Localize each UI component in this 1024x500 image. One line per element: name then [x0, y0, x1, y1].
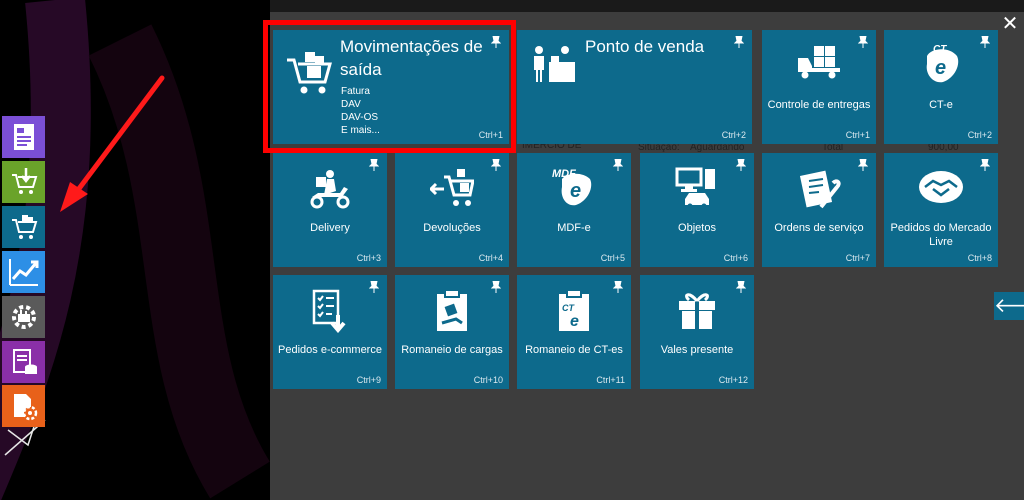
- pin-icon[interactable]: [369, 159, 379, 171]
- close-icon[interactable]: ✕: [1000, 14, 1020, 34]
- svg-text:MDF: MDF: [552, 168, 576, 180]
- sidebar-item-settings[interactable]: [2, 296, 45, 338]
- document-gear-icon: [13, 394, 37, 421]
- annotation-highlight-box: [263, 20, 516, 153]
- tile-vales-presente[interactable]: Vales presente Ctrl+12: [640, 275, 754, 389]
- tile-label: Ordens de serviço: [774, 222, 864, 234]
- pin-icon[interactable]: [734, 36, 744, 48]
- tile-label: Pedidos e-commerce: [278, 344, 382, 356]
- delivery-truck-icon: [798, 46, 840, 79]
- tile-shortcut: Ctrl+2: [967, 130, 992, 140]
- cte-logo-icon: CT e: [926, 44, 959, 83]
- mdfe-logo-icon: MDF e: [552, 168, 592, 206]
- tile-shortcut: Ctrl+6: [723, 253, 748, 263]
- svg-text:CT: CT: [562, 303, 575, 313]
- svg-text:CT: CT: [933, 44, 947, 55]
- tile-mdfe[interactable]: MDF e MDF-e Ctrl+5: [517, 153, 631, 267]
- service-order-icon: [799, 170, 841, 209]
- cart-boxes-icon: [11, 215, 37, 239]
- pin-icon[interactable]: [613, 281, 623, 293]
- tile-shortcut: Ctrl+8: [967, 253, 992, 263]
- tile-title: Ponto de venda: [585, 37, 705, 56]
- tile-ponto-venda[interactable]: Ponto de venda Ctrl+2: [517, 30, 752, 144]
- pin-icon[interactable]: [858, 159, 868, 171]
- cart-return-icon: [430, 169, 474, 206]
- tile-shortcut: Ctrl+7: [845, 253, 870, 263]
- tile-controle-entregas[interactable]: Controle de entregas Ctrl+1: [762, 30, 876, 144]
- delivery-scooter-icon: [310, 170, 350, 209]
- tile-shortcut: Ctrl+9: [356, 375, 381, 385]
- tile-label: Controle de entregas: [767, 99, 871, 111]
- document-database-icon: [12, 349, 37, 374]
- tile-shortcut: Ctrl+3: [356, 253, 381, 263]
- pin-icon[interactable]: [491, 159, 501, 171]
- pin-icon[interactable]: [858, 36, 868, 48]
- tile-shortcut: Ctrl+11: [596, 375, 625, 385]
- tile-label: Livre: [929, 236, 953, 248]
- tile-label: Objetos: [678, 222, 716, 234]
- document-list-icon: [13, 124, 34, 150]
- tile-devolucoes[interactable]: Devoluções Ctrl+4: [395, 153, 509, 267]
- tile-shortcut: Ctrl+10: [473, 375, 503, 385]
- pin-icon[interactable]: [491, 281, 501, 293]
- pin-icon[interactable]: [613, 159, 623, 171]
- top-bar: [270, 0, 1024, 12]
- tile-shortcut: Ctrl+5: [600, 253, 625, 263]
- tile-label: Vales presente: [660, 344, 734, 356]
- tile-delivery[interactable]: Delivery Ctrl+3: [273, 153, 387, 267]
- tile-label: Romaneio de cargas: [401, 344, 503, 356]
- tile-romaneio-ctes[interactable]: CT e Romaneio de CT-es Ctrl+11: [517, 275, 631, 389]
- sidebar-item-doc-settings[interactable]: [2, 385, 45, 427]
- gift-icon: [679, 293, 715, 329]
- tile-shortcut: Ctrl+2: [721, 130, 746, 140]
- cart-download-icon: [11, 168, 37, 194]
- tile-romaneio-cargas[interactable]: Romaneio de cargas Ctrl+10: [395, 275, 509, 389]
- pin-icon[interactable]: [736, 281, 746, 293]
- tile-objetos[interactable]: Objetos Ctrl+6: [640, 153, 754, 267]
- sidebar-item-database[interactable]: [2, 341, 45, 383]
- pin-icon[interactable]: [736, 159, 746, 171]
- tile-shortcut: Ctrl+12: [718, 375, 748, 385]
- svg-text:e: e: [935, 57, 946, 79]
- tile-pedidos-mercado-livre[interactable]: Pedidos do Mercado Livre Ctrl+8: [884, 153, 998, 267]
- tile-label: Devoluções: [423, 222, 481, 234]
- tile-pedidos-ecommerce[interactable]: Pedidos e-commerce Ctrl+9: [273, 275, 387, 389]
- cashier-counter-icon: [534, 46, 575, 82]
- tile-ordens-servico[interactable]: Ordens de serviço Ctrl+7: [762, 153, 876, 267]
- tile-label: Delivery: [310, 222, 350, 234]
- tile-shortcut: Ctrl+4: [478, 253, 503, 263]
- handshake-icon: [919, 171, 963, 203]
- pin-icon[interactable]: [980, 36, 990, 48]
- tile-label: CT-e: [929, 99, 953, 111]
- svg-text:e: e: [570, 180, 581, 202]
- svg-text:e: e: [570, 313, 579, 330]
- tile-label: Pedidos do Mercado: [890, 222, 992, 234]
- tile-shortcut: Ctrl+1: [845, 130, 870, 140]
- pin-icon[interactable]: [369, 281, 379, 293]
- pin-icon[interactable]: [980, 159, 990, 171]
- sidebar-item-entradas[interactable]: [2, 161, 45, 203]
- sidebar-item-saidas[interactable]: [2, 206, 45, 248]
- checklist-download-icon: [312, 289, 346, 333]
- tile-label: Romaneio de CT-es: [525, 344, 623, 356]
- chart-growth-icon: [8, 259, 38, 286]
- tile-cte[interactable]: CT e CT-e Ctrl+2: [884, 30, 998, 144]
- gear-factory-icon: [11, 305, 36, 329]
- computer-car-icon: [675, 167, 715, 209]
- arrow-left-icon[interactable]: 🡐: [994, 292, 1024, 320]
- sidebar-item-reports[interactable]: [2, 251, 45, 293]
- clipboard-cargo-icon: [437, 289, 467, 331]
- sidebar-item-documents[interactable]: [2, 116, 45, 158]
- clipboard-cte-icon: CT e: [559, 289, 589, 331]
- tile-label: MDF-e: [557, 222, 591, 234]
